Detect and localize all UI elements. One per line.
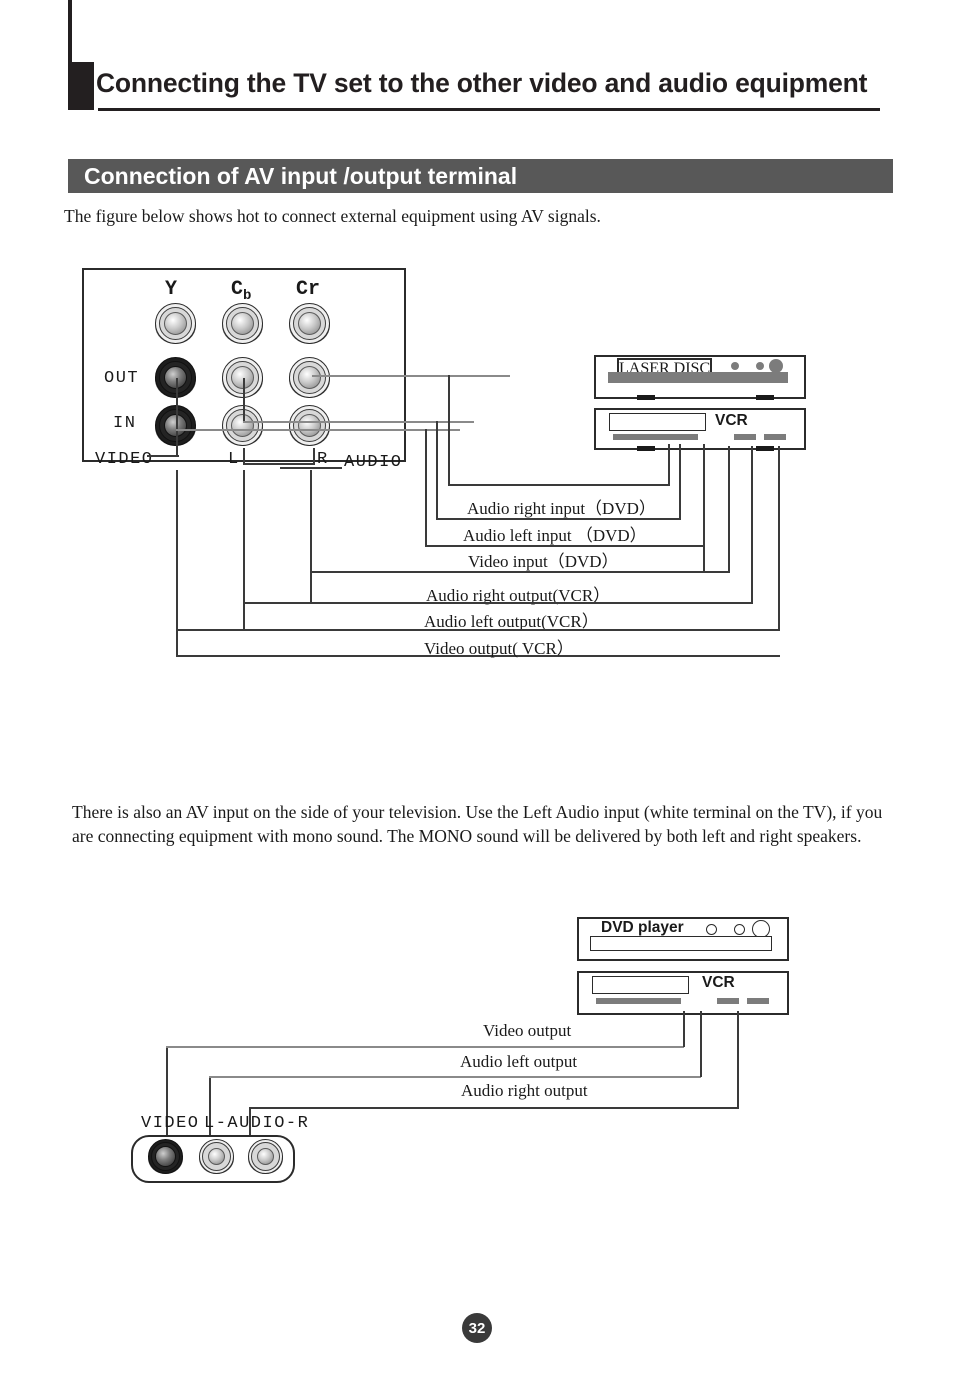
panel-label-in: IN <box>113 414 137 433</box>
leader-left-tick <box>243 448 245 464</box>
path-al-in-left-v <box>436 421 438 518</box>
path-al-in-right-v <box>679 444 681 519</box>
dvd-indicator-2 <box>734 924 745 935</box>
leader-audio-bridge <box>243 463 315 465</box>
side-panel-label-audio: L-AUDIO-R <box>204 1114 310 1133</box>
leader-right-tick <box>313 448 315 464</box>
panel-label-left: L <box>228 450 240 469</box>
side-panel-label-video: VIDEO <box>141 1114 200 1133</box>
panel-label-audio: AUDIO <box>344 453 403 472</box>
body-paragraph: There is also an AV input on the side of… <box>72 802 883 846</box>
leader-out-video-v <box>176 378 178 430</box>
jack-y[interactable] <box>155 303 198 346</box>
path-ar-in-right-v <box>668 444 670 485</box>
path-ar-in-top-h <box>448 484 670 486</box>
path-al-out-left-v <box>243 470 245 631</box>
laser-disc-tray <box>608 372 788 383</box>
path-ar-out-right-v <box>728 446 730 572</box>
intro-paragraph: The figure below shows hot to connect ex… <box>64 206 601 226</box>
leader-out-left-v <box>243 378 245 422</box>
path-al-out-right-v <box>751 446 753 603</box>
vcr-bottom-bar <box>596 998 681 1004</box>
path-ar-out-left-v <box>310 470 312 602</box>
device-vcr-bottom-label: VCR <box>702 974 735 991</box>
connection-label-bottom-audio-left-output: Audio left output <box>460 1052 578 1071</box>
vcr-bottom-button-2[interactable] <box>747 998 769 1004</box>
connection-label-bottom-video-output: Video output <box>483 1021 572 1040</box>
leader-out-video-h <box>176 429 460 431</box>
vcr-bottom-button-1[interactable] <box>717 998 739 1004</box>
path-v-out-top-h <box>176 629 780 631</box>
leader-video-tick <box>147 455 179 457</box>
dvd-tray <box>590 936 772 951</box>
panel-label-cb: Cb <box>231 278 252 304</box>
device-vcr-top-label: VCR <box>715 412 748 429</box>
jack-cb[interactable] <box>222 303 265 346</box>
side-jack-audio-right[interactable] <box>248 1139 285 1176</box>
path-al-in-top-h <box>436 518 681 520</box>
title-block-marker <box>68 62 94 110</box>
jack-audio-right-out[interactable] <box>289 357 332 400</box>
leader-out-left-h <box>243 421 474 423</box>
connection-label-video-input: Video input（DVD） <box>468 552 619 571</box>
manual-page: Connecting the TV set to the other video… <box>0 0 954 1381</box>
connection-label-bottom-audio-right-output: Audio right output <box>461 1081 588 1100</box>
vcr-top-bar <box>613 434 698 440</box>
section-bar-label: Connection of AV input /output terminal <box>84 163 518 189</box>
panel-label-out: OUT <box>104 369 140 388</box>
path-bottom-video-h <box>166 1046 684 1048</box>
page-number-badge: 32 <box>462 1313 492 1343</box>
margin-rule <box>68 0 72 68</box>
path-bottom-al-right-v <box>700 1011 702 1077</box>
connection-label-video-output: Video output( VCR） <box>424 639 574 658</box>
panel-label-video: VIDEO <box>95 450 154 469</box>
path-v-out-right-v <box>778 446 780 631</box>
laser-disc-indicator-2 <box>756 362 764 370</box>
laser-disc-foot-right <box>756 395 774 400</box>
side-jack-video[interactable] <box>148 1139 185 1176</box>
path-ar-in-left-v <box>448 375 450 485</box>
path-v-in-left-v <box>425 429 427 545</box>
jack-cr[interactable] <box>289 303 332 346</box>
path-bottom-al-h <box>209 1076 701 1078</box>
leader-out-right-h <box>312 375 510 377</box>
vcr-top-cassette-slot <box>609 413 706 431</box>
device-dvd-player-label: DVD player <box>601 919 684 936</box>
path-al-out-top-h <box>243 602 753 604</box>
side-jack-audio-left[interactable] <box>199 1139 236 1176</box>
path-bottom-ar-h <box>249 1107 739 1109</box>
laser-disc-knob[interactable] <box>769 359 783 373</box>
path-v-in-right-v <box>703 444 705 572</box>
jack-audio-right-in[interactable] <box>289 405 332 448</box>
connection-label-audio-left-input: Audio left input （DVD） <box>463 526 647 545</box>
vcr-top-button-1[interactable] <box>734 434 756 440</box>
panel-label-cr: Cr <box>296 278 321 301</box>
leader-audio-tick <box>280 467 342 469</box>
path-ar-out-top-h <box>310 571 730 573</box>
connection-label-audio-right-input: Audio right input（DVD） <box>467 499 656 518</box>
page-title: Connecting the TV set to the other video… <box>96 68 868 98</box>
title-underline <box>98 108 880 111</box>
dvd-indicator-1 <box>706 924 717 935</box>
laser-disc-indicator-1 <box>731 362 739 370</box>
vcr-top-button-2[interactable] <box>764 434 786 440</box>
vcr-top-foot-left <box>637 446 655 451</box>
path-bottom-ar-right-v <box>737 1011 739 1108</box>
vcr-top-foot-right <box>756 446 774 451</box>
vcr-bottom-cassette-slot <box>592 976 689 994</box>
panel-label-y: Y <box>165 278 178 301</box>
laser-disc-foot-left <box>637 395 655 400</box>
path-bottom-video-right-v <box>683 1011 685 1047</box>
